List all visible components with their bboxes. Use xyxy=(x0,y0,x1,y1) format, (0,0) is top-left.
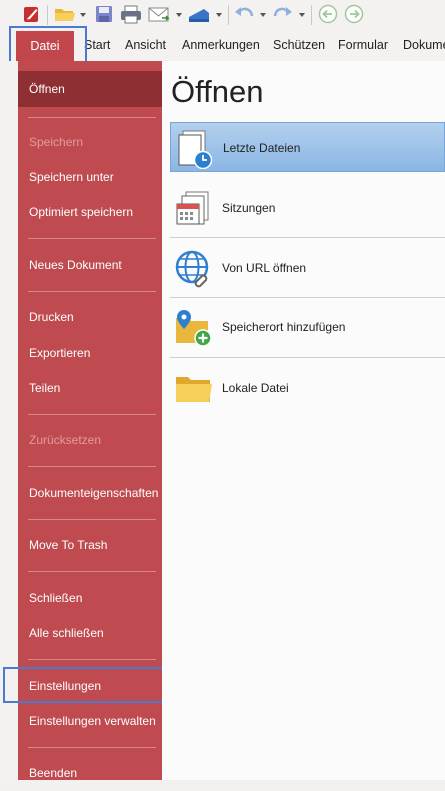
sidebar-item-speichern-unter[interactable]: Speichern unter xyxy=(18,159,162,195)
scanner-icon[interactable] xyxy=(186,4,212,24)
option-von-url-oeffnen[interactable]: Von URL öffnen xyxy=(170,243,445,293)
option-letzte-dateien[interactable]: Letzte Dateien xyxy=(170,122,445,172)
sidebar-item-move-to-trash[interactable]: Move To Trash xyxy=(18,527,162,563)
option-divider xyxy=(170,357,445,358)
sidebar-item-neues-dokument[interactable]: Neues Dokument xyxy=(18,247,162,283)
forward-icon[interactable] xyxy=(344,4,364,24)
sidebar-divider xyxy=(28,466,156,467)
sidebar-divider xyxy=(28,414,156,415)
back-icon[interactable] xyxy=(318,4,338,24)
option-speicherort-hinzufuegen[interactable]: Speicherort hinzufügen xyxy=(170,302,445,352)
option-label: Sitzungen xyxy=(222,201,276,215)
sidebar-item-drucken[interactable]: Drucken xyxy=(18,299,162,335)
sidebar-divider xyxy=(28,238,156,239)
sidebar-item-schliessen[interactable]: Schließen xyxy=(18,580,162,616)
sessions-icon xyxy=(176,191,209,225)
open-dropdown-icon[interactable] xyxy=(80,13,86,17)
sidebar-item-optimiert-speichern[interactable]: Optimiert speichern xyxy=(18,194,162,230)
email-icon[interactable] xyxy=(147,4,171,24)
option-label: Speicherort hinzufügen xyxy=(222,320,346,334)
sidebar-divider xyxy=(28,659,156,660)
sidebar-item-alle-schliessen[interactable]: Alle schließen xyxy=(18,615,162,651)
sidebar-divider xyxy=(28,519,156,520)
sidebar-divider xyxy=(28,291,156,292)
sidebar-divider xyxy=(28,117,156,118)
option-label: Letzte Dateien xyxy=(223,141,301,155)
sidebar-item-einstellungen-verwalten[interactable]: Einstellungen verwalten xyxy=(18,703,162,739)
sidebar-item-speichern: Speichern xyxy=(29,135,84,149)
einstellungen-highlight-box xyxy=(3,667,168,703)
sidebar-item-teilen[interactable]: Teilen xyxy=(18,370,162,406)
tab-schuetzen[interactable]: Schützen xyxy=(273,30,325,60)
option-divider xyxy=(170,237,445,238)
sidebar-item-zuruecksetzen: Zurücksetzen xyxy=(29,433,102,447)
sidebar-divider xyxy=(28,571,156,572)
folder-icon xyxy=(176,377,212,402)
globe-link-icon xyxy=(175,250,209,288)
option-label: Lokale Datei xyxy=(222,381,289,395)
recent-files-icon xyxy=(178,130,213,169)
sidebar-item-dokumenteigenschaften[interactable]: Dokumenteigenschaften xyxy=(18,475,162,511)
save-icon[interactable] xyxy=(94,4,114,24)
scanner-dropdown-icon[interactable] xyxy=(216,13,222,17)
add-location-icon xyxy=(176,310,212,347)
sidebar-item-beenden[interactable]: Beenden xyxy=(18,755,162,791)
tab-start[interactable]: Start xyxy=(84,30,110,60)
undo-icon[interactable] xyxy=(233,4,255,24)
open-folder-icon[interactable] xyxy=(53,4,77,24)
option-sitzungen[interactable]: Sitzungen xyxy=(170,183,445,233)
tab-dokument[interactable]: Dokume xyxy=(403,30,445,60)
page-title: Öffnen xyxy=(171,74,264,109)
tab-formular[interactable]: Formular xyxy=(338,30,388,60)
print-icon[interactable] xyxy=(120,4,142,24)
sidebar-divider xyxy=(28,747,156,748)
sidebar-item-exportieren[interactable]: Exportieren xyxy=(18,335,162,371)
redo-dropdown-icon[interactable] xyxy=(299,13,305,17)
tab-anmerkungen[interactable]: Anmerkungen xyxy=(182,30,260,60)
redo-icon[interactable] xyxy=(272,4,294,24)
undo-dropdown-icon[interactable] xyxy=(260,13,266,17)
tab-ansicht[interactable]: Ansicht xyxy=(125,30,166,60)
option-divider xyxy=(170,297,445,298)
sidebar-item-oeffnen[interactable]: Öffnen xyxy=(18,71,162,107)
datei-highlight-box xyxy=(9,26,87,64)
app-logo-icon[interactable] xyxy=(22,4,42,24)
email-dropdown-icon[interactable] xyxy=(176,13,182,17)
option-label: Von URL öffnen xyxy=(222,261,307,275)
option-lokale-datei[interactable]: Lokale Datei xyxy=(170,363,445,413)
